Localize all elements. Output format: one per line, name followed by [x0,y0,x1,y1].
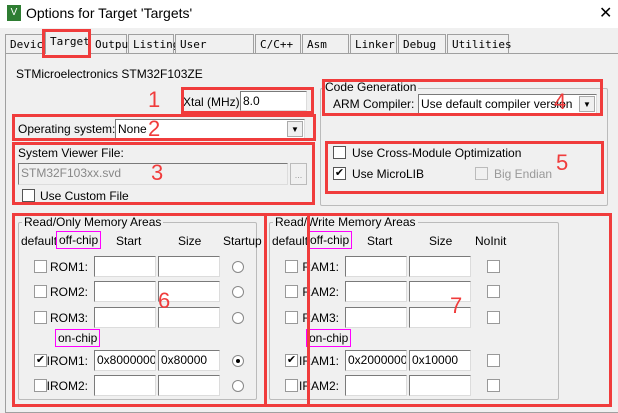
chevron-down-icon[interactable]: ▼ [579,96,595,112]
xtal-input[interactable]: 8.0 [240,91,307,111]
ram-row-label: IRAM1: [298,354,339,368]
rom-startup-radio[interactable] [232,380,244,392]
microlib-label: Use MicroLIB [352,167,425,181]
title-bar: V Options for Target 'Targets' ✕ [0,0,618,28]
window-title: Options for Target 'Targets' [26,5,193,21]
rom-startup-radio[interactable] [232,312,244,324]
rom-row-start-input[interactable] [94,375,156,396]
ram-header-start: Start [367,234,393,248]
compiler-label: ARM Compiler: [333,97,415,111]
os-label: Operating system: [18,122,116,136]
os-value: None [118,122,147,136]
rom-memory-title: Read/Only Memory Areas [22,215,164,229]
ram-noinit-checkbox[interactable] [487,311,500,324]
app-icon: V [7,5,21,21]
rom-onchip-label: on-chip [55,329,101,347]
rom-startup-radio[interactable] [232,261,244,273]
tab-output[interactable]: Output [90,34,135,53]
annotation-6: 6 [158,288,171,313]
tab-device[interactable]: Device [5,34,50,53]
rom-header-size: Size [178,234,202,248]
rom-header-start: Start [116,234,142,248]
rom-row-label: IROM1: [46,354,88,368]
rom-row-size-input[interactable] [158,256,220,277]
ram-header-offchip: off-chip [307,231,353,249]
rom-row-label: ROM3: [49,311,88,325]
rom-row-start-input[interactable] [94,307,156,328]
annotation-5: 5 [556,150,569,175]
ram-row-start-input[interactable] [345,375,407,396]
rom-row-start-input[interactable] [94,256,156,277]
close-icon[interactable]: ✕ [599,3,612,23]
tab-cc[interactable]: C/C++ [255,34,301,53]
tab-linker[interactable]: Linker [350,34,397,53]
rom-row-label: IROM2: [46,379,88,393]
ram-row-start-input[interactable] [345,307,407,328]
microlib-checkbox[interactable]: ✔ [333,167,346,180]
ram-header-noinit: NoInit [475,234,507,248]
ram-onchip-label: on-chip [306,329,352,347]
rom-header-default: default [21,234,58,248]
ram-header-default: default [272,234,309,248]
code-generation-title: Code Generation [323,80,419,94]
compiler-select[interactable]: Use default compiler version ▼ [418,94,597,114]
rom-row-start-input[interactable]: 0x8000000 [94,350,156,371]
svf-browse-button[interactable]: ... [290,163,307,185]
ram-row-start-input[interactable] [345,281,407,302]
ram-noinit-checkbox[interactable] [487,285,500,298]
big-endian-checkbox[interactable] [475,167,488,180]
tab-utilities[interactable]: Utilities [447,34,512,53]
rom-row-size-input[interactable]: 0x80000 [158,350,220,371]
ram-row-label: RAM2: [302,285,339,299]
annotation-7: 7 [450,293,463,318]
use-custom-file-label: Use Custom File [40,189,129,203]
os-select[interactable]: None ▼ [115,119,305,139]
big-endian-label: Big Endian [494,167,553,181]
ram-row-start-input[interactable]: 0x20000000 [345,350,407,371]
rom-startup-radio[interactable] [232,286,244,298]
rom-row-label: ROM2: [49,285,88,299]
rom-header-offchip: off-chip [56,231,102,249]
ram-row-size-input[interactable]: 0x10000 [409,350,471,371]
chevron-down-icon[interactable]: ▼ [287,121,303,137]
ram-row-label: IRAM2: [298,379,339,393]
tab-listing[interactable]: Listing [128,34,179,53]
ram-noinit-checkbox[interactable] [487,260,500,273]
tab-asm[interactable]: Asm [302,34,349,53]
cross-module-label: Use Cross-Module Optimization [352,146,522,160]
compiler-value: Use default compiler version [421,97,573,111]
ram-row-label: RAM3: [302,311,339,325]
tab-target[interactable]: Target [45,31,90,54]
annotation-4: 4 [554,89,567,114]
ram-memory-title: Read/Write Memory Areas [273,215,418,229]
xtal-label: Xtal (MHz): [183,95,243,109]
rom-row-start-input[interactable] [94,281,156,302]
tab-debug[interactable]: Debug [398,34,446,53]
ram-noinit-checkbox[interactable] [487,354,500,367]
ram-noinit-checkbox[interactable] [487,379,500,392]
use-custom-file-checkbox[interactable] [22,189,35,202]
rom-startup-radio[interactable] [232,355,244,367]
tab-user[interactable]: User [175,34,254,53]
cross-module-checkbox[interactable] [333,146,346,159]
svf-label: System Viewer File: [18,146,124,160]
ram-row-size-input[interactable] [409,375,471,396]
ram-row-start-input[interactable] [345,256,407,277]
device-name: STMicroelectronics STM32F103ZE [16,67,203,81]
rom-header-startup: Startup [223,234,262,248]
annotation-3: 3 [151,160,164,185]
annotation-2: 2 [148,116,161,141]
annotation-1: 1 [148,87,161,112]
rom-row-label: ROM1: [49,260,88,274]
rom-row-size-input[interactable] [158,375,220,396]
ram-header-size: Size [429,234,453,248]
ram-row-size-input[interactable] [409,256,471,277]
ram-row-label: RAM1: [302,260,339,274]
